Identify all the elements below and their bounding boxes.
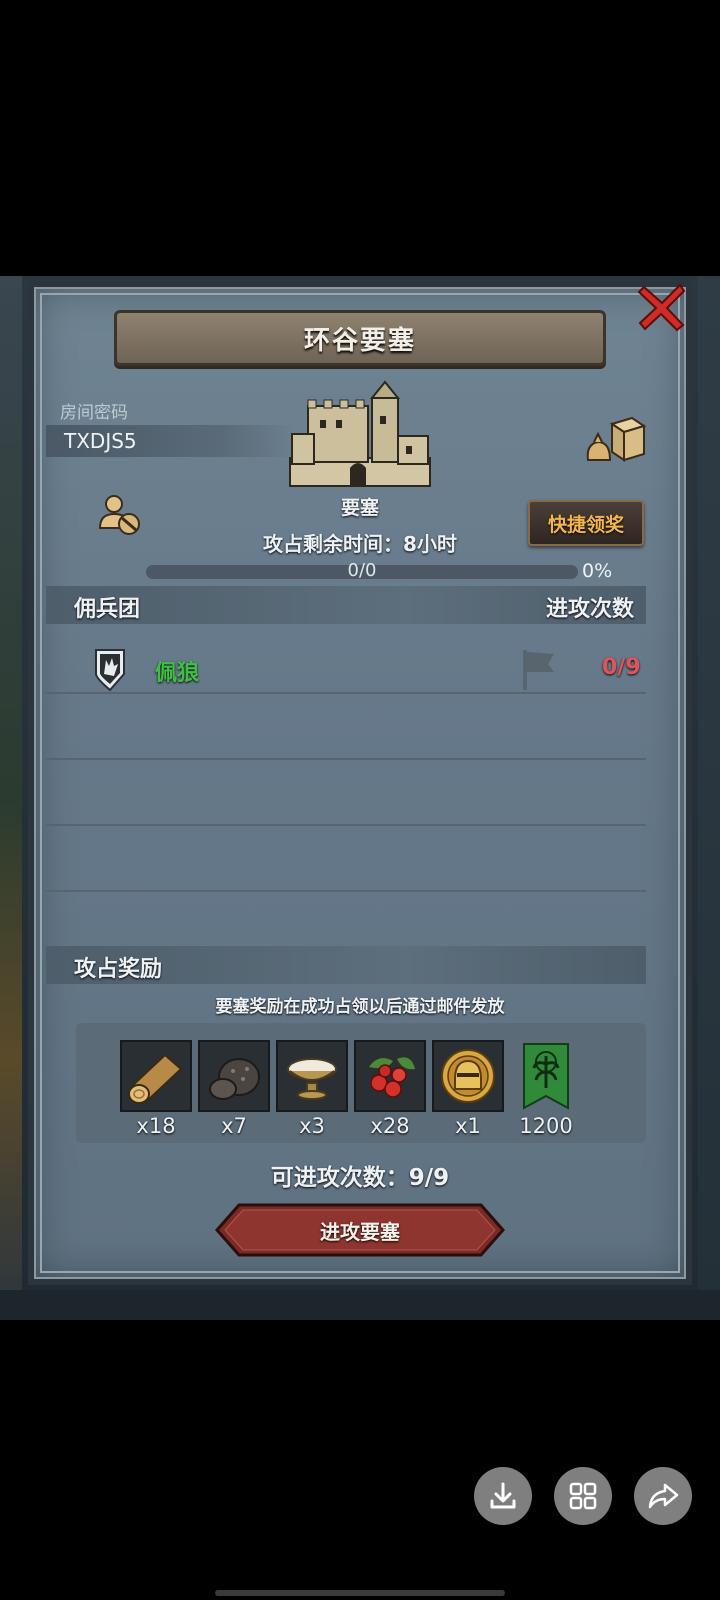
empty-row (46, 826, 646, 892)
wood-log-icon (128, 1053, 183, 1104)
mercenary-name[interactable]: 佩狼 (155, 655, 199, 687)
rewards-header: 攻占奖励 (46, 946, 646, 984)
salt-bowl-icon (287, 1058, 337, 1100)
room-code: TXDJS5 (64, 429, 137, 453)
attacks-remaining: 可进攻次数：9/9 (270, 1165, 450, 1191)
fortress-name: 要塞 (340, 497, 379, 519)
remaining-time: 攻占剩余时间：8小时 (263, 532, 457, 556)
download-icon (490, 1482, 516, 1509)
reward-slot-helmet[interactable] (432, 1040, 504, 1112)
reward-slot-berries[interactable] (354, 1040, 426, 1112)
reward-qty: x7 (221, 1114, 247, 1138)
backdrop-bottom-strip (0, 1290, 720, 1320)
mercenary-header-title: 佣兵团 (74, 597, 141, 622)
reward-qty: x28 (370, 1114, 410, 1138)
green-banner-icon (523, 1043, 569, 1110)
close-button[interactable] (628, 276, 696, 338)
progress-count: 0/0 (347, 560, 377, 581)
reward-slot-truffle[interactable] (198, 1040, 270, 1112)
berries-icon (369, 1057, 415, 1098)
reward-slot-wood[interactable] (120, 1040, 192, 1112)
mercenary-header: 佣兵团 进攻次数 (46, 586, 646, 624)
attack-count-header: 进攻次数 (545, 597, 634, 622)
reward-qty: x18 (136, 1114, 176, 1138)
home-indicator[interactable] (215, 1590, 505, 1596)
reward-qty: 1200 (519, 1114, 573, 1138)
fortress-icon (289, 380, 431, 487)
reward-qty: x3 (299, 1114, 325, 1138)
room-password-label: 房间密码 (60, 403, 128, 423)
golden-helmet-icon (441, 1049, 495, 1103)
wolf-crest-icon (95, 649, 125, 692)
attack-fortress-label[interactable]: 进攻要塞 (215, 1216, 505, 1245)
progress-percent: 0% (582, 560, 613, 582)
download-button[interactable] (474, 1467, 532, 1525)
flag-icon (523, 650, 554, 690)
user-blocked-icon[interactable] (96, 490, 144, 538)
dialog-title: 环谷要塞 (303, 325, 416, 356)
quick-claim-button[interactable]: 快捷领奖 (528, 500, 644, 546)
truffle-icon (209, 1058, 260, 1100)
title-banner: 环谷要塞 (114, 310, 606, 366)
close-icon (637, 283, 686, 332)
reward-slot-banner[interactable] (516, 1040, 576, 1112)
rewards-header-title: 攻占奖励 (74, 957, 163, 982)
supply-crate-icon[interactable] (584, 416, 646, 464)
reward-slot-bowl[interactable] (276, 1040, 348, 1112)
grid-button[interactable] (554, 1467, 612, 1525)
empty-row (46, 694, 646, 760)
empty-row (46, 760, 646, 826)
share-button[interactable] (634, 1467, 692, 1525)
backdrop-right-strip (698, 276, 720, 1320)
reward-qty: x1 (455, 1114, 481, 1138)
mercenary-attacks: 0/9 (602, 655, 641, 680)
grid-icon (569, 1482, 597, 1510)
share-icon (648, 1483, 679, 1509)
reward-note: 要塞奖励在成功占领以后通过邮件发放 (215, 997, 505, 1017)
backdrop-left-strip (0, 276, 22, 1320)
